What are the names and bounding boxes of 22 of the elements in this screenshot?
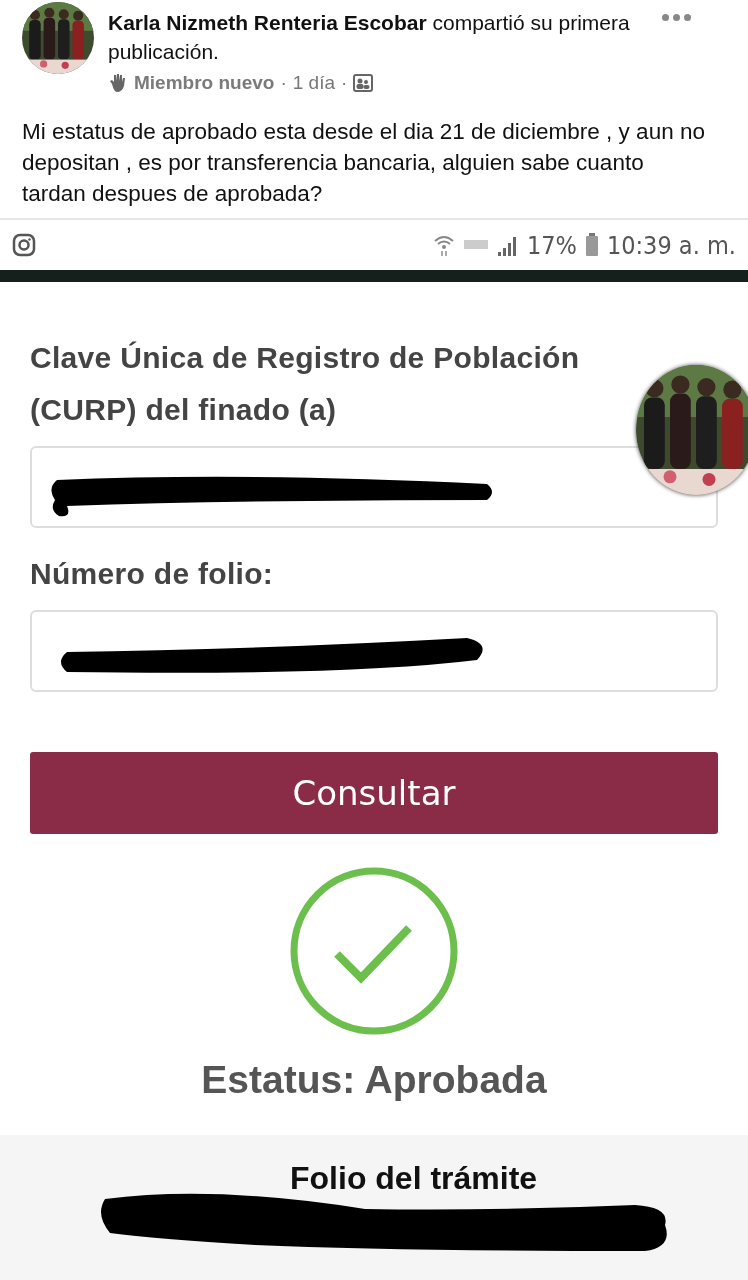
status-text: Estatus: Aprobada [200,1058,548,1102]
network-icon [462,238,489,252]
field-label: Clave Única de Registro de Población (CURP) del finado (a) [30,340,581,428]
consult-button[interactable]: Consultar [30,752,718,834]
camera-icon [12,233,36,257]
battery-percent: 17% [526,230,577,260]
battery-icon [584,233,599,257]
input-field[interactable] [30,610,718,692]
input-field[interactable] [30,446,718,528]
folio-heading: Folio del trámite [290,1160,538,1197]
wifi-icon [432,233,455,257]
separator: · [341,72,348,94]
check-circle-icon [289,866,459,1036]
post-time[interactable]: 1 día [292,72,335,94]
post-headline: Karla Nizmeth Renteria Escobar compartió su primera publicación. [108,10,631,65]
post-text: Mi estatus de aprobado esta desde el dia 21 de diciembre , y aun no depositan , es por transferencia bancaria, alguien sabe cuanto tardan despues de aprobada? [21,118,706,208]
member-label: Miembro nuevo [134,72,275,94]
field-label: Número de folio: [30,556,275,592]
hand-icon [108,73,128,93]
group-icon [353,74,374,92]
clock: 10:39 a. m. [606,230,736,260]
separator: · [280,72,287,94]
